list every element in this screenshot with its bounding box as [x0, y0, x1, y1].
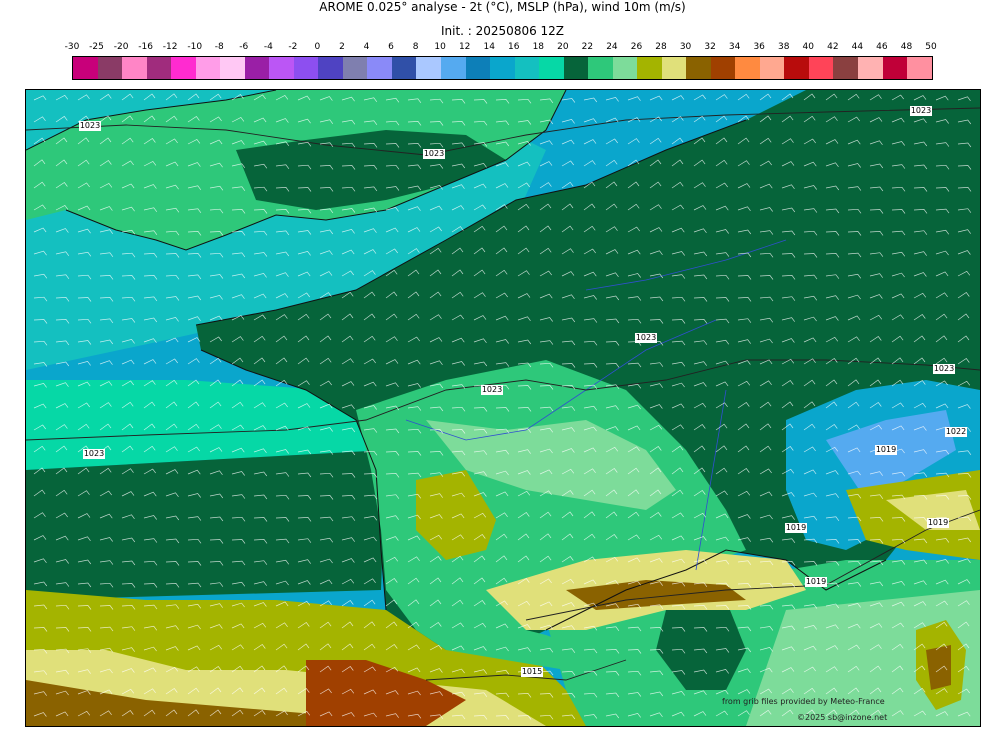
colorbar-tick-label: -2 [288, 42, 298, 52]
colorbar-tick-label: 44 [851, 42, 864, 52]
colorbar-tick-label: -6 [239, 42, 249, 52]
colorbar-tick-label: 26 [630, 42, 643, 52]
colorbar-swatch [269, 57, 294, 79]
isobar-label: 1019 [806, 577, 826, 586]
colorbar-tick-label: -10 [187, 42, 203, 52]
colorbar-swatch [808, 57, 834, 79]
colorbar-tick-label: 0 [314, 42, 321, 52]
colorbar-tick-label: -8 [214, 42, 224, 52]
isobar-label: 1023 [934, 364, 954, 373]
colorbar-tick-label: 10 [434, 42, 446, 52]
colorbar-swatch [661, 57, 687, 79]
colorbar-swatch [73, 57, 98, 79]
colorbar-swatch [391, 57, 417, 79]
isobar-label: 1023 [636, 333, 656, 342]
colorbar-swatch [907, 57, 932, 79]
isobar-label: 1022 [946, 427, 966, 436]
colorbar-swatch [686, 57, 711, 79]
colorbar-tick-label: 18 [532, 42, 545, 52]
colorbar-tick-label: 14 [483, 42, 495, 52]
colorbar-swatch [710, 57, 736, 79]
colorbar-swatch [465, 57, 491, 79]
colorbar-swatch [612, 57, 638, 79]
colorbar-tick-label: 8 [412, 42, 419, 52]
init-time: Init. : 20250806 12Z [440, 24, 565, 38]
colorbar-tick-label: 36 [753, 42, 765, 52]
colorbar-swatch [367, 57, 392, 79]
data-source-credit: from grib files provided by Meteo-France [722, 697, 885, 706]
colorbar-swatch [416, 57, 441, 79]
colorbar-swatch [735, 57, 760, 79]
colorbar-tick-label: 2 [339, 42, 345, 52]
isobar-label: 1023 [80, 121, 100, 130]
colorbar-tick-label: 28 [655, 42, 667, 52]
colorbar-tick-label: 48 [900, 42, 913, 52]
colorbar-tick-label: -4 [263, 42, 273, 52]
colorbar [72, 56, 933, 80]
colorbar-tick-label: 12 [458, 42, 471, 52]
chart-title: AROME 0.025° analyse - 2t (°C), MSLP (hP… [319, 0, 686, 14]
colorbar-swatch [293, 57, 319, 79]
colorbar-swatch [833, 57, 858, 79]
colorbar-tick-label: 32 [704, 42, 716, 52]
colorbar-swatch [195, 57, 221, 79]
isobar-label: 1023 [482, 385, 502, 394]
colorbar-tick-label: 50 [925, 42, 937, 52]
colorbar-swatch [122, 57, 147, 79]
colorbar-tick-label: 42 [827, 42, 839, 52]
colorbar-tick-label: 38 [778, 42, 790, 52]
colorbar-tick-label: 46 [876, 42, 888, 52]
colorbar-swatch [539, 57, 564, 79]
colorbar-swatch [97, 57, 123, 79]
colorbar-tick-label: 4 [363, 42, 370, 52]
colorbar-tick-label: -20 [113, 42, 129, 52]
colorbar-tick-label: 24 [606, 42, 618, 52]
colorbar-swatch [440, 57, 466, 79]
isobar-label: 1023 [424, 149, 444, 158]
copyright: ©2025 sb@inzone.net [797, 713, 888, 722]
colorbar-swatch [759, 57, 785, 79]
map-panel: 1023 1023 1023 1023 1023 1023 1022 1019 1019 1019… [25, 89, 981, 727]
isobar-label: 1015 [522, 667, 542, 676]
colorbar-swatch [882, 57, 908, 79]
colorbar-swatch [490, 57, 515, 79]
colorbar-swatch [244, 57, 270, 79]
weather-map: 1023 1023 1023 1023 1023 1023 1022 1019 1019 1019… [26, 90, 980, 726]
colorbar-swatch [637, 57, 662, 79]
colorbar-swatch [563, 57, 589, 79]
colorbar-swatch [342, 57, 368, 79]
isobar-label: 1023 [84, 449, 104, 458]
isobar-label: 1019 [928, 518, 948, 527]
colorbar-swatch [588, 57, 613, 79]
colorbar-tick-label: -30 [64, 42, 80, 52]
colorbar-swatch [146, 57, 172, 79]
isobar-label: 1019 [876, 445, 896, 454]
colorbar-swatch [220, 57, 245, 79]
colorbar-tick-label: -16 [138, 42, 153, 52]
colorbar-tick-label: 34 [728, 42, 741, 52]
colorbar-tick-label: -12 [162, 42, 178, 52]
colorbar-swatch [784, 57, 809, 79]
colorbar-swatch [858, 57, 883, 79]
colorbar-tick-label: 40 [802, 42, 815, 52]
colorbar-tick-label: 6 [388, 42, 394, 52]
colorbar-tick-label: 16 [508, 42, 520, 52]
colorbar-tick-label: -25 [89, 42, 104, 52]
isobar-label: 1023 [911, 106, 931, 115]
colorbar-swatch [514, 57, 540, 79]
colorbar-swatch [171, 57, 196, 79]
colorbar-tick-label: 22 [581, 42, 594, 52]
colorbar-tick-label: 20 [557, 42, 569, 52]
colorbar-swatch [318, 57, 343, 79]
isobar-label: 1019 [786, 523, 806, 532]
colorbar-tick-label: 30 [679, 42, 692, 52]
